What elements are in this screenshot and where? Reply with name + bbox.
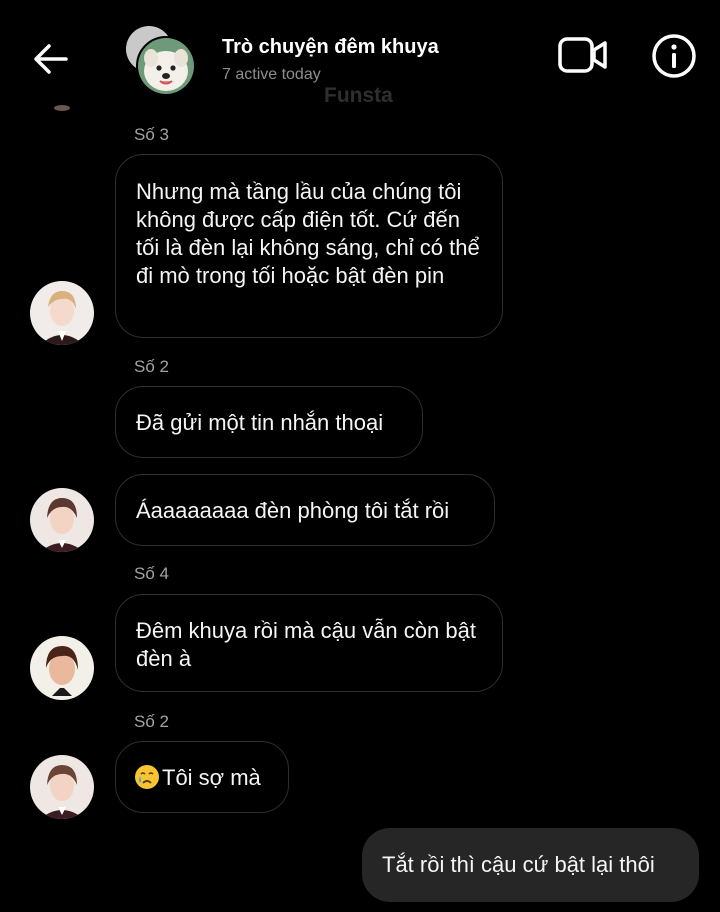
conversation-title[interactable]: Trò chuyện đêm khuya <box>222 36 439 59</box>
sender-name: Số 2 <box>134 357 169 376</box>
avatar-partial <box>30 72 94 136</box>
my-message-bubble[interactable]: Tắt rồi thì cậu cứ bật lại thôi <box>362 828 699 902</box>
message-text: Tôi sợ mà <box>162 765 261 790</box>
active-status: 7 active today <box>222 66 321 83</box>
voice-message-bubble[interactable]: Đã gửi một tin nhắn thoại <box>115 386 423 458</box>
sender-name: Số 2 <box>134 712 169 731</box>
avatar[interactable] <box>30 636 94 700</box>
video-call-icon[interactable] <box>558 34 608 76</box>
watermark-text: Funsta <box>324 84 393 107</box>
avatar[interactable] <box>30 488 94 552</box>
message-bubble[interactable]: Đêm khuya rồi mà cậu vẫn còn bật đèn à <box>115 594 503 692</box>
sender-name: Số 3 <box>134 125 169 144</box>
message-bubble[interactable]: Nhưng mà tầng lầu của chúng tôi không đư… <box>115 154 503 338</box>
avatar[interactable] <box>30 755 94 819</box>
message-bubble[interactable]: Tôi sợ mà <box>115 741 289 813</box>
group-avatar[interactable] <box>136 36 196 96</box>
dog-avatar-icon <box>138 38 194 94</box>
message-bubble[interactable]: Áaaaaaaaa đèn phòng tôi tắt rồi <box>115 474 495 546</box>
avatar[interactable] <box>30 281 94 345</box>
crying-face-icon <box>135 765 159 789</box>
sender-name: Số 4 <box>134 564 169 583</box>
info-icon[interactable] <box>651 33 697 79</box>
